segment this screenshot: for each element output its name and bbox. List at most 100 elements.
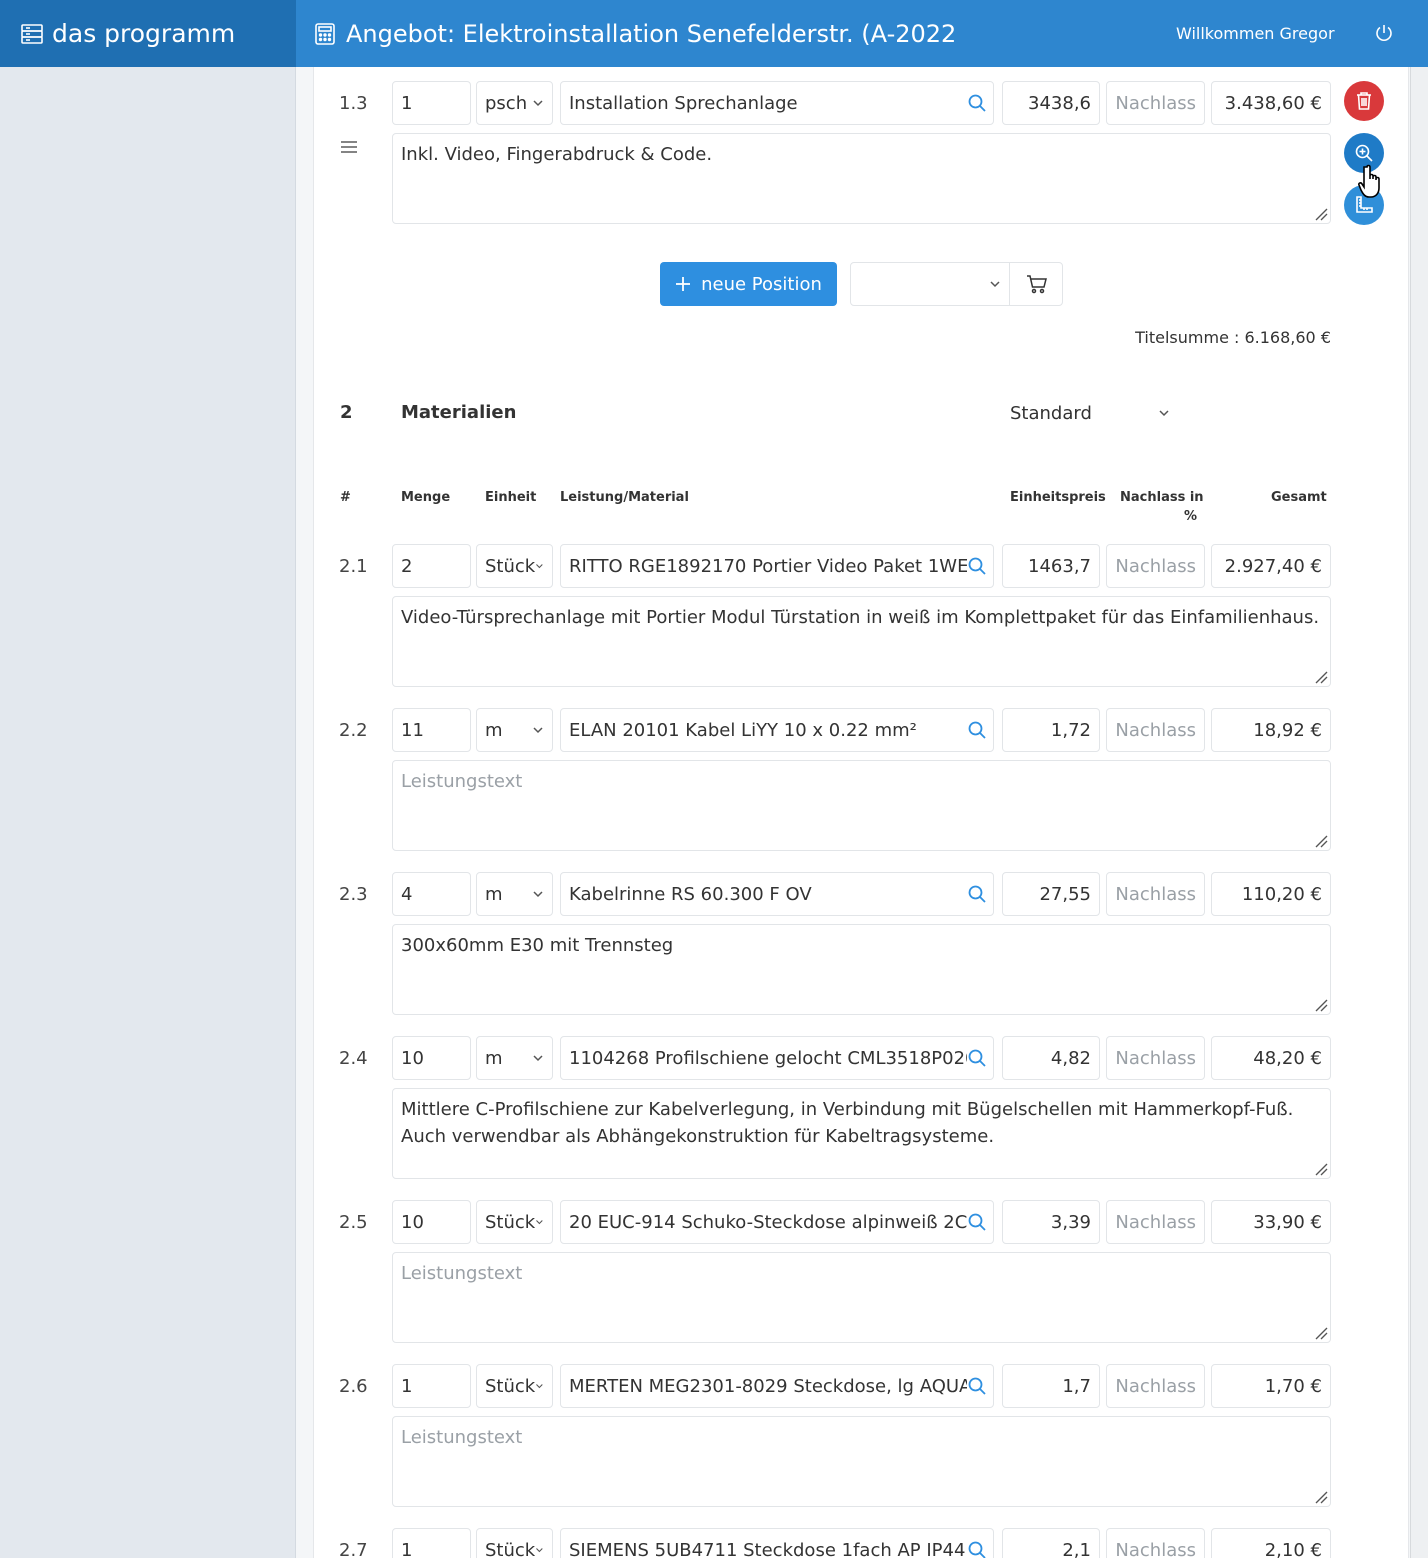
material-input[interactable]: SIEMENS 5UB4711 Steckdose 1fach AP IP44: [560, 1528, 994, 1558]
unit-select[interactable]: Stück: [476, 1528, 553, 1558]
quantity-input[interactable]: 1: [392, 1364, 471, 1408]
scrollbar[interactable]: [1410, 67, 1428, 1558]
unit-price-input[interactable]: 4,82: [1002, 1036, 1100, 1080]
resize-handle-icon[interactable]: [1314, 1162, 1328, 1176]
unit-price-input[interactable]: 1463,7: [1002, 544, 1100, 588]
description-textarea[interactable]: Leistungstext: [392, 1416, 1331, 1507]
description-placeholder: Leistungstext: [401, 1263, 523, 1284]
catalog-select[interactable]: [851, 263, 1009, 305]
cart-icon[interactable]: [1026, 274, 1048, 294]
discount-input[interactable]: Nachlass: [1106, 1036, 1205, 1080]
search-icon[interactable]: [967, 1212, 987, 1232]
quantity-value: 4: [401, 883, 413, 905]
quantity-value: 10: [401, 1047, 424, 1069]
section-mode-select[interactable]: Standard: [1010, 400, 1170, 426]
total-value: 18,92 €: [1253, 719, 1322, 741]
description-textarea[interactable]: 300x60mm E30 mit Trennsteg: [392, 924, 1331, 1015]
chevron-down-icon: [533, 727, 543, 734]
unit-price-input[interactable]: 3,39: [1002, 1200, 1100, 1244]
delete-button[interactable]: [1344, 81, 1384, 121]
new-position-button[interactable]: neue Position: [660, 262, 837, 306]
total-field: 3.438,60 €: [1211, 81, 1331, 125]
material-input[interactable]: ELAN 20101 Kabel LiYY 10 x 0.22 mm²: [560, 708, 994, 752]
discount-input[interactable]: Nachlass: [1106, 544, 1205, 588]
search-icon[interactable]: [967, 1376, 987, 1396]
unit-price-input[interactable]: 3438,6: [1002, 81, 1100, 125]
quantity-value: 1: [401, 1539, 413, 1558]
search-icon[interactable]: [967, 1540, 987, 1558]
resize-handle-icon[interactable]: [1314, 1326, 1328, 1340]
chevron-down-icon: [536, 1220, 543, 1225]
col-head-material: Leistung/Material: [560, 490, 689, 505]
resize-handle-icon[interactable]: [1314, 670, 1328, 684]
quantity-input[interactable]: 11: [392, 708, 471, 752]
quantity-input[interactable]: 10: [392, 1036, 471, 1080]
discount-placeholder: Nachlass: [1115, 1047, 1196, 1069]
material-value: 1104268 Profilschiene gelocht CML3518P02…: [569, 1047, 967, 1069]
brand[interactable]: das programm: [0, 0, 296, 67]
description-text: Mittlere C-Profilschiene zur Kabelverleg…: [401, 1099, 1294, 1147]
unit-select[interactable]: m: [476, 1036, 553, 1080]
col-head-discount-unit: %: [1184, 509, 1198, 524]
discount-input[interactable]: Nachlass: [1106, 1364, 1205, 1408]
total-field: 48,20 €: [1211, 1036, 1331, 1080]
quantity-input[interactable]: 1: [392, 81, 471, 125]
col-head-discount: Nachlass in: [1120, 490, 1204, 505]
discount-input[interactable]: Nachlass: [1106, 1528, 1205, 1558]
description-textarea[interactable]: Inkl. Video, Fingerabdruck & Code.: [392, 133, 1331, 224]
search-icon[interactable]: [967, 93, 987, 113]
welcome-text: Willkommen Gregor: [1176, 24, 1335, 43]
description-textarea[interactable]: Mittlere C-Profilschiene zur Kabelverleg…: [392, 1088, 1331, 1179]
chevron-down-icon: [990, 281, 1000, 288]
description-placeholder: Leistungstext: [401, 1427, 523, 1448]
quantity-input[interactable]: 10: [392, 1200, 471, 1244]
unit-select[interactable]: m: [476, 872, 553, 916]
material-input[interactable]: 1104268 Profilschiene gelocht CML3518P02…: [560, 1036, 994, 1080]
chevron-down-icon: [536, 1384, 543, 1389]
description-textarea[interactable]: Leistungstext: [392, 1252, 1331, 1343]
unit-select[interactable]: Stück: [476, 1364, 553, 1408]
unit-price-input[interactable]: 1,7: [1002, 1364, 1100, 1408]
search-icon[interactable]: [967, 1048, 987, 1068]
description-textarea[interactable]: Video-Türsprechanlage mit Portier Modul …: [392, 596, 1331, 687]
unit-select[interactable]: psch: [476, 81, 553, 125]
material-input[interactable]: RITTO RGE1892170 Portier Video Paket 1WE…: [560, 544, 994, 588]
unit-price-input[interactable]: 27,55: [1002, 872, 1100, 916]
unit-price-input[interactable]: 1,72: [1002, 708, 1100, 752]
material-input[interactable]: Kabelrinne RS 60.300 F OV: [560, 872, 994, 916]
quantity-input[interactable]: 1: [392, 1528, 471, 1558]
resize-handle-icon[interactable]: [1314, 834, 1328, 848]
discount-input[interactable]: Nachlass: [1106, 872, 1205, 916]
unit-price-input[interactable]: 2,1: [1002, 1528, 1100, 1558]
unit-value: psch: [485, 92, 528, 114]
unit-select[interactable]: Stück: [476, 544, 553, 588]
material-input[interactable]: MERTEN MEG2301-8029 Steckdose, lg AQUAST…: [560, 1364, 994, 1408]
quantity-value: 1: [401, 92, 413, 114]
zoom-in-icon: [1355, 144, 1373, 162]
resize-handle-icon[interactable]: [1314, 207, 1328, 221]
quantity-input[interactable]: 2: [392, 544, 471, 588]
total-field: 2.927,40 €: [1211, 544, 1331, 588]
divider: [1009, 263, 1010, 305]
resize-handle-icon[interactable]: [1314, 1490, 1328, 1504]
discount-input[interactable]: Nachlass: [1106, 1200, 1205, 1244]
logout-button[interactable]: [1373, 22, 1395, 48]
search-icon[interactable]: [967, 556, 987, 576]
description-text: Inkl. Video, Fingerabdruck & Code.: [401, 144, 713, 165]
position-number: 2.1: [339, 556, 368, 577]
discount-placeholder: Nachlass: [1115, 92, 1196, 114]
description-textarea[interactable]: Leistungstext: [392, 760, 1331, 851]
unit-value: Stück: [485, 555, 536, 577]
unit-value: Stück: [485, 1211, 536, 1233]
discount-input[interactable]: Nachlass: [1106, 81, 1205, 125]
unit-select[interactable]: m: [476, 708, 553, 752]
search-icon[interactable]: [967, 720, 987, 740]
discount-input[interactable]: Nachlass: [1106, 708, 1205, 752]
resize-handle-icon[interactable]: [1314, 998, 1328, 1012]
material-input[interactable]: 20 EUC-914 Schuko-Steckdose alpinweiß 2C…: [560, 1200, 994, 1244]
drag-handle-icon[interactable]: [340, 140, 358, 154]
search-icon[interactable]: [967, 884, 987, 904]
material-input[interactable]: Installation Sprechanlage: [560, 81, 994, 125]
unit-select[interactable]: Stück: [476, 1200, 553, 1244]
quantity-input[interactable]: 4: [392, 872, 471, 916]
